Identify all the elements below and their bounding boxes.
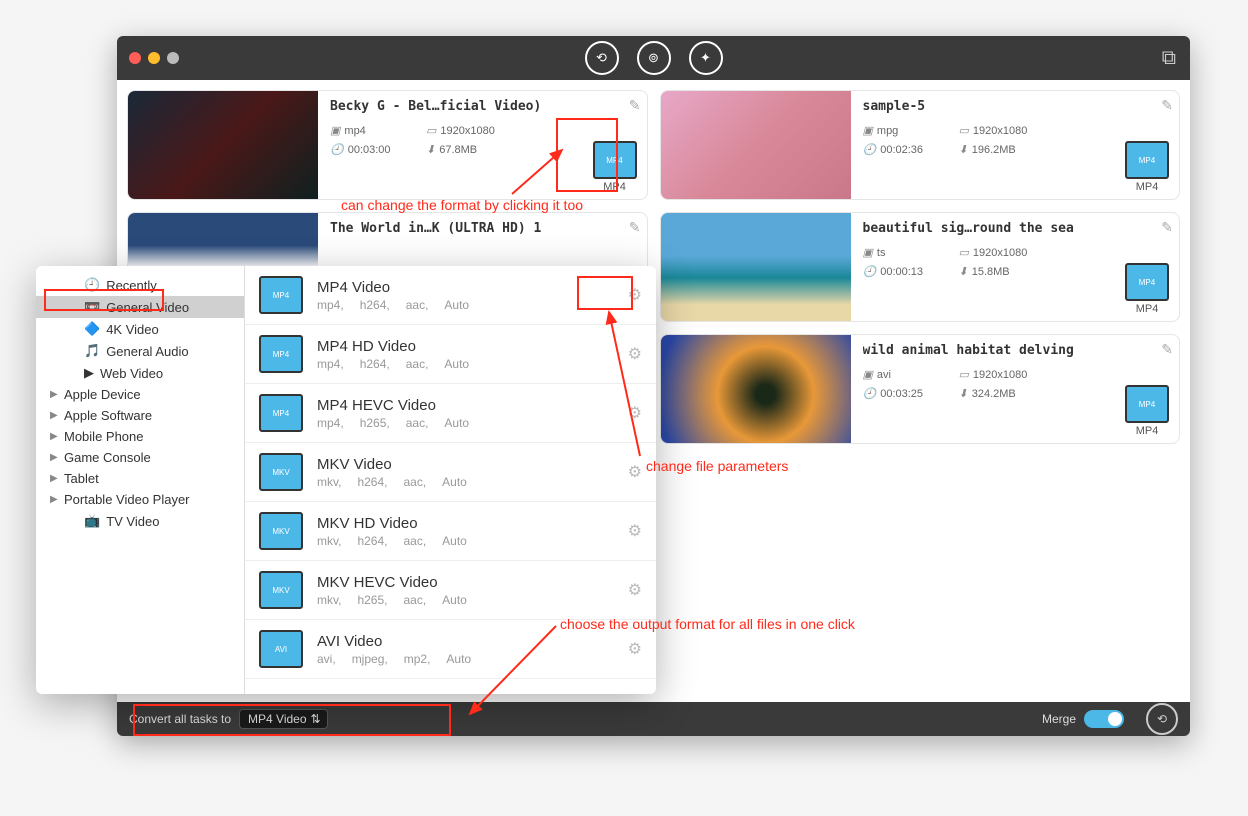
sidebar-item-apple-device[interactable]: ▶Apple Device [36, 384, 244, 405]
sidebar-item-tablet[interactable]: ▶Tablet [36, 468, 244, 489]
format-row[interactable]: MP4MP4 Videomp4,h264,aac,Auto⚙ [245, 266, 656, 325]
video-title: sample-5 [863, 99, 1168, 114]
mode-tabs: ⟲ ⊚ ✦ [585, 41, 723, 75]
sidebar-item-tv-video[interactable]: 📺 TV Video [36, 510, 244, 532]
video-title: wild animal habitat delving [863, 343, 1168, 358]
sidebar-item-portable-video[interactable]: ▶Portable Video Player [36, 489, 244, 510]
format-list[interactable]: MP4MP4 Videomp4,h264,aac,Auto⚙ MP4MP4 HD… [245, 266, 656, 694]
media-library-icon[interactable]: ⧉ [1162, 47, 1176, 70]
sidebar-item-recently[interactable]: 🕘 Recently [36, 274, 244, 296]
video-card[interactable]: ✎ beautiful sig…round the sea ▣ts ▭1920x… [660, 212, 1181, 322]
sidebar-item-4k-video[interactable]: 🔷 4K Video [36, 318, 244, 340]
video-meta: ▣mp4 ▭1920x1080 🕘00:03:00 ⬇67.8MB [330, 124, 635, 156]
edit-icon[interactable]: ✎ [1161, 97, 1173, 114]
video-title: beautiful sig…round the sea [863, 221, 1168, 236]
thumbnail [661, 335, 851, 443]
format-row[interactable]: MP4MP4 HD Videomp4,h264,aac,Auto⚙ [245, 325, 656, 384]
sidebar-item-game-console[interactable]: ▶Game Console [36, 447, 244, 468]
convert-all-select[interactable]: MP4 Video⇅ [239, 709, 327, 729]
thumbnail [661, 213, 851, 321]
convert-all-label: Convert all tasks to [129, 712, 231, 726]
sidebar-item-apple-software[interactable]: ▶Apple Software [36, 405, 244, 426]
traffic-lights [129, 52, 179, 64]
gear-icon[interactable]: ⚙ [628, 285, 642, 305]
video-title: Becky G - Bel…ficial Video) [330, 99, 635, 114]
download-tab-icon[interactable]: ⊚ [637, 41, 671, 75]
sidebar-item-general-audio[interactable]: 🎵 General Audio [36, 340, 244, 362]
thumbnail [661, 91, 851, 199]
gear-icon[interactable]: ⚙ [628, 521, 642, 541]
edit-icon[interactable]: ✎ [629, 219, 641, 236]
video-title: The World in…K (ULTRA HD) 1 [330, 221, 635, 236]
video-card[interactable]: ✎ wild animal habitat delving ▣avi ▭1920… [660, 334, 1181, 444]
video-meta: ▣mpg ▭1920x1080 🕘00:02:36 ⬇196.2MB [863, 124, 1168, 156]
format-row[interactable]: AVIAVI Videoavi,mjpeg,mp2,Auto⚙ [245, 620, 656, 679]
thumbnail [128, 91, 318, 199]
minimize-window-button[interactable] [148, 52, 160, 64]
gear-icon[interactable]: ⚙ [628, 639, 642, 659]
edit-icon[interactable]: ✎ [629, 97, 641, 114]
convert-tab-icon[interactable]: ⟲ [585, 41, 619, 75]
sidebar-item-web-video[interactable]: ▶ Web Video [36, 362, 244, 384]
output-format-button[interactable]: MP4MP4 [1125, 141, 1169, 193]
sidebar-item-general-video[interactable]: 📼 General Video [36, 296, 244, 318]
format-picker-popup: 🕘 Recently 📼 General Video 🔷 4K Video 🎵 … [36, 266, 656, 694]
gear-icon[interactable]: ⚙ [628, 462, 642, 482]
output-format-button[interactable]: MP4MP4 [1125, 385, 1169, 437]
gear-icon[interactable]: ⚙ [628, 580, 642, 600]
zoom-window-button[interactable] [167, 52, 179, 64]
format-category-sidebar: 🕘 Recently 📼 General Video 🔷 4K Video 🎵 … [36, 266, 245, 694]
editor-tab-icon[interactable]: ✦ [689, 41, 723, 75]
format-row[interactable]: MKVMKV Videomkv,h264,aac,Auto⚙ [245, 443, 656, 502]
gear-icon[interactable]: ⚙ [628, 344, 642, 364]
sidebar-item-mobile-phone[interactable]: ▶Mobile Phone [36, 426, 244, 447]
titlebar: ⟲ ⊚ ✦ ⧉ [117, 36, 1190, 80]
format-icon: MP4 [593, 141, 637, 179]
output-format-button[interactable]: MP4MP4 [1125, 263, 1169, 315]
video-meta: ▣ts ▭1920x1080 🕘00:00:13 ⬇15.8MB [863, 246, 1168, 278]
video-card[interactable]: ✎ sample-5 ▣mpg ▭1920x1080 🕘00:02:36 ⬇19… [660, 90, 1181, 200]
merge-label: Merge [1042, 712, 1076, 726]
start-convert-button[interactable]: ⟲ [1146, 703, 1178, 735]
edit-icon[interactable]: ✎ [1161, 219, 1173, 236]
video-meta: ▣avi ▭1920x1080 🕘00:03:25 ⬇324.2MB [863, 368, 1168, 400]
edit-icon[interactable]: ✎ [1161, 341, 1173, 358]
output-format-button[interactable]: MP4 MP4 [593, 141, 637, 193]
format-row[interactable]: MKVMKV HD Videomkv,h264,aac,Auto⚙ [245, 502, 656, 561]
close-window-button[interactable] [129, 52, 141, 64]
bottom-bar: Convert all tasks to MP4 Video⇅ Merge ⟲ [117, 702, 1190, 736]
format-row[interactable]: MKVMKV HEVC Videomkv,h265,aac,Auto⚙ [245, 561, 656, 620]
gear-icon[interactable]: ⚙ [628, 403, 642, 423]
format-row[interactable]: MP4MP4 HEVC Videomp4,h265,aac,Auto⚙ [245, 384, 656, 443]
merge-toggle[interactable] [1084, 710, 1124, 728]
video-card[interactable]: ✎ Becky G - Bel…ficial Video) ▣mp4 ▭1920… [127, 90, 648, 200]
